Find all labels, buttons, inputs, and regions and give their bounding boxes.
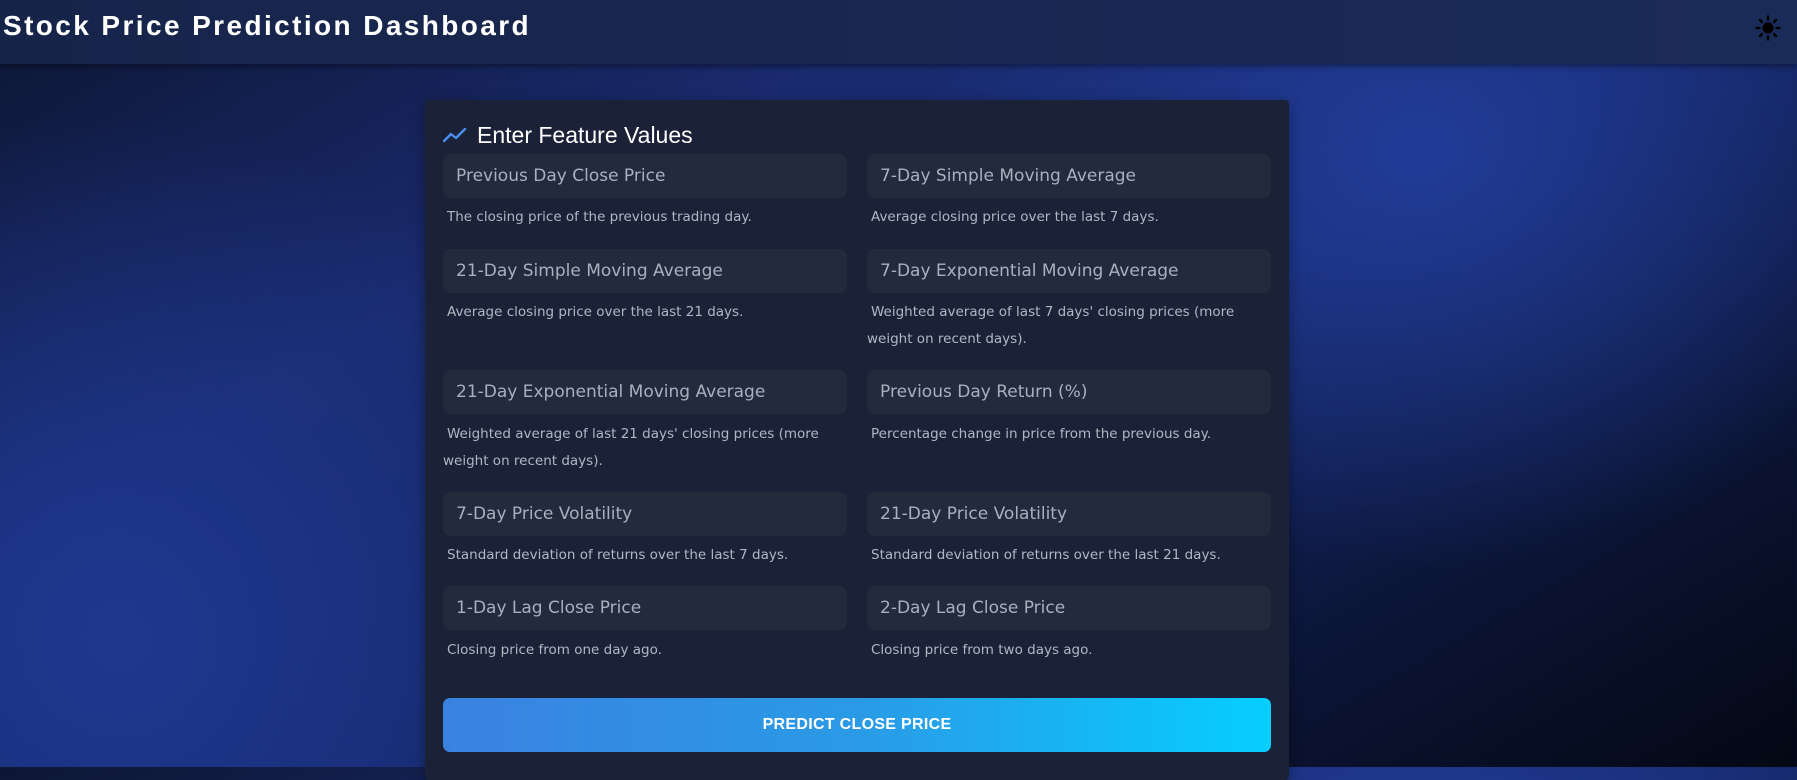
previous-close-input[interactable] [443, 154, 847, 198]
form-title: Enter Feature Values [477, 121, 693, 148]
ema-21-help: Weighted average of last 21 days' closin… [443, 426, 819, 469]
volatility-7-input[interactable] [443, 492, 847, 536]
prev-return-help: Percentage change in price from the prev… [871, 426, 1212, 442]
ema-7-help: Weighted average of last 7 days' closing… [867, 304, 1235, 347]
predict-close-price-button[interactable]: PREDICT CLOSE PRICE [443, 698, 1271, 752]
lag-1-input[interactable] [443, 586, 847, 630]
lag-2-input[interactable] [867, 586, 1271, 630]
prev-return-input[interactable] [867, 370, 1271, 414]
sma-21-input[interactable] [443, 249, 847, 293]
volatility-21-input[interactable] [867, 492, 1271, 536]
ema-21-input[interactable] [443, 370, 847, 414]
volatility-7-help: Standard deviation of returns over the l… [447, 547, 789, 563]
feature-form-panel: Enter Feature Values The closing price o… [425, 100, 1289, 780]
sma-7-input[interactable] [867, 154, 1271, 198]
previous-close-help: The closing price of the previous tradin… [447, 209, 752, 225]
sma-7-help: Average closing price over the last 7 da… [871, 209, 1159, 225]
page-title: Stock Price Prediction Dashboard [3, 10, 532, 41]
trending-up-icon [443, 127, 467, 143]
volatility-21-help: Standard deviation of returns over the l… [871, 547, 1221, 563]
sma-21-help: Average closing price over the last 21 d… [447, 304, 744, 320]
sun-icon [1755, 15, 1781, 41]
form-heading: Enter Feature Values [443, 120, 693, 150]
lag-1-help: Closing price from one day ago. [447, 642, 662, 658]
theme-toggle-button[interactable] [1754, 14, 1782, 42]
lag-2-help: Closing price from two days ago. [871, 642, 1093, 658]
app-header: Stock Price Prediction Dashboard [0, 0, 1797, 64]
ema-7-input[interactable] [867, 249, 1271, 293]
